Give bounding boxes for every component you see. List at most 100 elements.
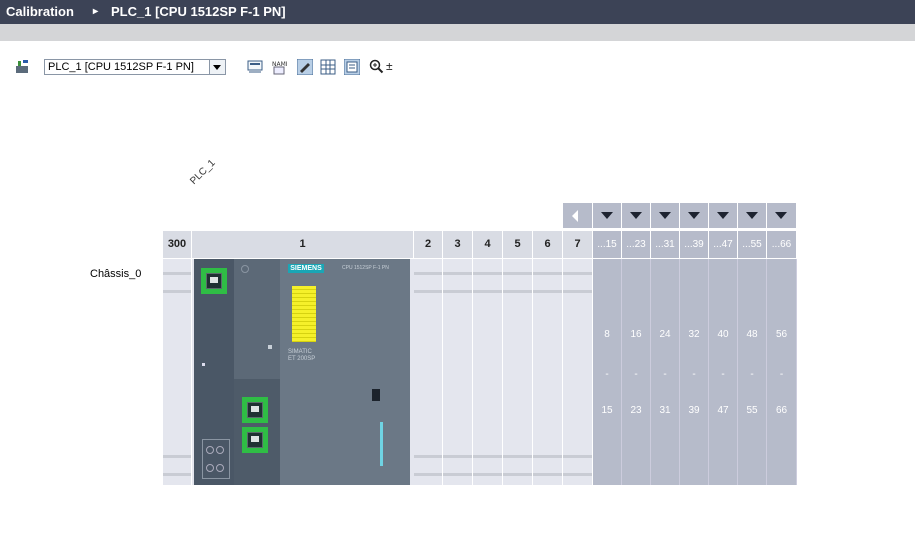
grid-icon[interactable] (320, 59, 336, 75)
cpu-front-panel: SIEMENS CPU 1512SP F-1 PN SIMATIC ET 200… (280, 259, 410, 379)
group-header[interactable]: ...39 (680, 231, 709, 258)
chevron-down-icon (601, 212, 613, 219)
rail-stripe (163, 272, 191, 275)
expand-group-button[interactable] (593, 203, 622, 228)
rail-stripe (563, 290, 592, 293)
rail-stripe (473, 455, 502, 458)
siemens-logo: SIEMENS (288, 264, 324, 273)
slot-header: 3 (443, 231, 473, 258)
ethernet-port-icon (242, 427, 268, 453)
chevron-down-icon (717, 212, 729, 219)
group-start: 16 (630, 329, 642, 340)
group-header[interactable]: ...55 (738, 231, 767, 258)
connector-icon (202, 439, 230, 479)
group-header[interactable]: ...47 (709, 231, 738, 258)
plc-name-label: PLC_1 (188, 157, 218, 187)
group-sep: - (605, 369, 609, 380)
slot-header: 6 (533, 231, 563, 258)
status-led-icon (202, 363, 205, 366)
group-header[interactable]: ...31 (651, 231, 680, 258)
group-header[interactable]: ...15 (593, 231, 622, 258)
slot-3[interactable] (443, 259, 473, 485)
slot-5[interactable] (503, 259, 533, 485)
slot-group[interactable]: 16 - 23 (622, 259, 651, 485)
network-icon[interactable] (247, 59, 263, 75)
slot-300[interactable] (163, 259, 192, 485)
cpu-module[interactable]: SIEMENS CPU 1512SP F-1 PN SIMATIC ET 200… (192, 259, 414, 485)
scroll-left-button[interactable] (563, 203, 593, 228)
label-strip-icon (292, 286, 316, 342)
expand-group-button[interactable] (622, 203, 651, 228)
group-start: 24 (659, 329, 671, 340)
chevron-down-icon[interactable] (209, 60, 225, 74)
slot-4[interactable] (473, 259, 503, 485)
rail-stripe (414, 290, 442, 293)
group-end: 47 (717, 405, 729, 416)
device-view-icon[interactable] (296, 58, 314, 76)
device-select-value: PLC_1 [CPU 1512SP F-1 PN] (48, 61, 194, 73)
group-start: 56 (775, 329, 788, 340)
slot-group[interactable]: 48 - 55 (738, 259, 767, 485)
rail-stripe (563, 455, 592, 458)
chevron-down-icon (746, 212, 758, 219)
slot-group[interactable]: 32 - 39 (680, 259, 709, 485)
rail-stripe (443, 455, 472, 458)
group-sep: - (721, 369, 725, 380)
rail-stripe (503, 290, 532, 293)
slot-7[interactable] (563, 259, 593, 485)
card-slot-icon (372, 389, 380, 401)
rail-stripe (533, 455, 562, 458)
slot-header: 1 (192, 231, 414, 258)
name-icon[interactable]: NAME (271, 59, 290, 75)
expand-group-button[interactable] (738, 203, 767, 228)
led-strip-icon (380, 422, 383, 466)
rail-stripe (163, 473, 191, 476)
expand-group-button[interactable] (680, 203, 709, 228)
rail-stripe (163, 455, 191, 458)
group-end: 39 (688, 405, 700, 416)
group-header[interactable]: ...66 (767, 231, 797, 258)
slot-6[interactable] (533, 259, 563, 485)
rail-stripe (443, 473, 472, 476)
chevron-down-icon (630, 212, 642, 219)
rail-stripe (503, 473, 532, 476)
chevron-left-icon (572, 210, 578, 222)
device-select[interactable]: PLC_1 [CPU 1512SP F-1 PN] (44, 59, 226, 75)
module-list-icon[interactable] (343, 58, 361, 76)
rail-stripe (563, 272, 592, 275)
group-start: 48 (746, 329, 758, 340)
ethernet-port-icon (201, 268, 227, 294)
expand-group-button[interactable] (709, 203, 738, 228)
device-config-icon[interactable] (15, 59, 31, 75)
rail-stripe (503, 455, 532, 458)
rail-stripe (533, 290, 562, 293)
group-sep: - (779, 369, 784, 380)
rail-stripe (443, 290, 472, 293)
rail-stripe (414, 272, 442, 275)
group-end: 31 (659, 405, 671, 416)
expand-group-button[interactable] (767, 203, 797, 228)
group-start: 8 (604, 329, 610, 340)
slot-header: 4 (473, 231, 503, 258)
zoom-dropdown-icon[interactable]: ± (386, 59, 402, 75)
rail-stripe (533, 272, 562, 275)
group-sep: - (692, 369, 696, 380)
slot-header: 300 (163, 231, 192, 258)
expand-group-button[interactable] (651, 203, 680, 228)
slot-group[interactable]: 24 - 31 (651, 259, 680, 485)
chevron-down-icon (775, 212, 787, 219)
slot-2[interactable] (414, 259, 443, 485)
ethernet-port-icon (242, 397, 268, 423)
rail-stripe (533, 473, 562, 476)
rack-name: Châssis_0 (90, 268, 142, 280)
sub-header-bar (0, 24, 915, 41)
group-end: 15 (601, 405, 613, 416)
slot-group[interactable]: 40 - 47 (709, 259, 738, 485)
rail-stripe (414, 455, 442, 458)
group-end: 55 (746, 405, 758, 416)
slot-group[interactable]: 56 - 66 (767, 259, 797, 485)
breadcrumb-separator: ▸ (93, 6, 99, 17)
group-header[interactable]: ...23 (622, 231, 651, 258)
slot-group[interactable]: 8 - 15 (593, 259, 622, 485)
zoom-in-icon[interactable] (369, 59, 385, 75)
